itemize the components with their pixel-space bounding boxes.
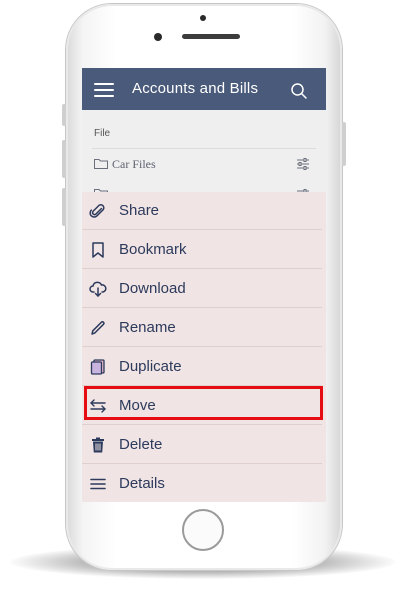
app-title: Accounts and Bills — [132, 80, 259, 97]
phone-screen: Accounts and Bills File Car Files Share … — [82, 68, 326, 502]
divider — [82, 463, 322, 464]
divider — [82, 307, 322, 308]
bookmark-item[interactable]: Bookmark — [82, 231, 326, 269]
delete-item[interactable]: Delete — [82, 426, 326, 464]
divider — [82, 268, 322, 269]
move-arrows-icon — [90, 399, 106, 413]
volume-button — [62, 140, 66, 178]
menu-lines-icon — [90, 478, 106, 490]
device-mockup: Accounts and Bills File Car Files Share … — [0, 0, 407, 592]
move-item[interactable]: Move — [82, 387, 326, 425]
trash-icon — [92, 437, 104, 453]
app-bar: Accounts and Bills — [82, 68, 326, 110]
divider — [82, 385, 322, 386]
share-item[interactable]: Share — [82, 192, 326, 230]
divider — [82, 229, 322, 230]
folder-icon — [94, 159, 108, 169]
pencil-icon — [91, 321, 105, 335]
divider — [92, 148, 316, 149]
action-sheet: Share Bookmark Download Rename Duplicate… — [82, 192, 326, 502]
divider — [82, 424, 322, 425]
download-label: Download — [119, 280, 186, 297]
section-label: File — [94, 128, 111, 139]
volume-button — [62, 104, 66, 126]
front-camera — [154, 33, 162, 41]
hamburger-menu-icon[interactable] — [94, 83, 114, 97]
details-label: Details — [119, 475, 165, 492]
duplicate-label: Duplicate — [119, 358, 182, 375]
details-item[interactable]: Details — [82, 465, 326, 502]
rename-label: Rename — [119, 319, 176, 336]
bookmark-icon — [92, 242, 104, 258]
file-name: Car Files — [112, 157, 156, 171]
volume-button — [62, 188, 66, 226]
download-item[interactable]: Download — [82, 270, 326, 308]
bookmark-label: Bookmark — [119, 241, 187, 258]
delete-label: Delete — [119, 436, 163, 453]
duplicate-icon — [90, 359, 105, 375]
duplicate-item[interactable]: Duplicate — [82, 348, 326, 386]
search-icon[interactable] — [290, 82, 308, 100]
earpiece-speaker — [182, 34, 240, 39]
options-sliders-icon[interactable] — [296, 157, 310, 171]
divider — [82, 346, 322, 347]
list-item[interactable]: Car Files — [82, 152, 326, 178]
move-label: Move — [119, 397, 156, 414]
share-label: Share — [119, 202, 160, 219]
home-button[interactable] — [182, 509, 224, 551]
rename-item[interactable]: Rename — [82, 309, 326, 347]
power-button — [342, 122, 346, 166]
proximity-sensor — [200, 15, 206, 21]
paperclip-icon — [89, 204, 105, 218]
cloud-download-icon — [89, 281, 107, 297]
